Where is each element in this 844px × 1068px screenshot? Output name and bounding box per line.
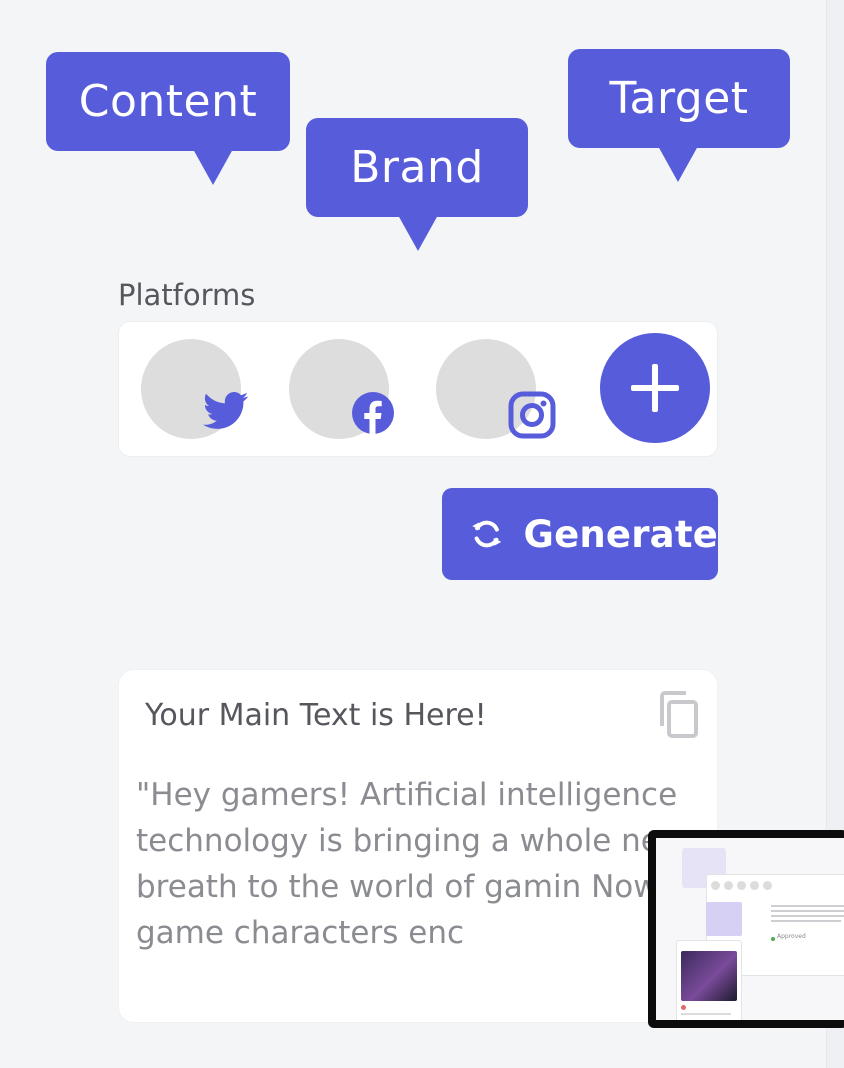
content-bubble[interactable]: Content: [46, 52, 290, 185]
thumb-post-card: [676, 940, 742, 1020]
platforms-selector: [118, 321, 718, 457]
thumb-status-dot: [771, 937, 775, 941]
thumb-text-line: [771, 915, 844, 917]
thumb-circle: [750, 881, 759, 890]
copy-icon[interactable]: [656, 690, 700, 740]
target-bubble-label: Target: [609, 73, 749, 124]
bubble-tail: [398, 215, 438, 251]
facebook-icon: [352, 392, 394, 435]
thumb-heart-icon: [681, 1005, 686, 1010]
bubble-tail: [193, 149, 233, 185]
thumb-text-line: [771, 905, 844, 907]
refresh-icon: [472, 520, 502, 548]
main-text-title: Your Main Text is Here!: [145, 698, 487, 733]
main-text-card: Your Main Text is Here! "Hey gamers! Art…: [118, 669, 718, 1023]
thumb-circle: [711, 881, 720, 890]
plus-icon: [631, 364, 679, 412]
platform-twitter[interactable]: [141, 339, 251, 443]
target-bubble[interactable]: Target: [568, 49, 790, 182]
platform-facebook[interactable]: [289, 339, 399, 443]
thumb-text-line: [681, 1013, 731, 1015]
brand-bubble[interactable]: Brand: [306, 118, 528, 251]
main-text-body: "Hey gamers! Artificial intelligence tec…: [136, 777, 686, 951]
bubble-tail: [658, 146, 698, 182]
thumb-status-label: Approved: [777, 933, 806, 940]
generate-button-label: Generate: [523, 512, 718, 556]
platforms-label: Platforms: [118, 278, 256, 312]
brand-bubble-label: Brand: [350, 142, 484, 193]
thumb-text-line: [771, 920, 841, 922]
thumb-purple-image: [706, 902, 742, 936]
preview-thumbnail-content: Approved: [656, 838, 844, 1020]
add-platform-button[interactable]: [600, 333, 710, 443]
twitter-icon: [203, 392, 249, 429]
platform-instagram[interactable]: [436, 339, 561, 443]
content-bubble-label: Content: [78, 76, 258, 127]
preview-thumbnail[interactable]: Approved: [648, 830, 844, 1028]
thumb-circle: [724, 881, 733, 890]
thumb-post-image: [681, 951, 737, 1001]
instagram-icon: [508, 391, 556, 439]
thumb-text-line: [771, 910, 844, 912]
thumb-circle: [763, 881, 772, 890]
generate-button[interactable]: Generate: [442, 488, 718, 580]
thumb-circle: [737, 881, 746, 890]
